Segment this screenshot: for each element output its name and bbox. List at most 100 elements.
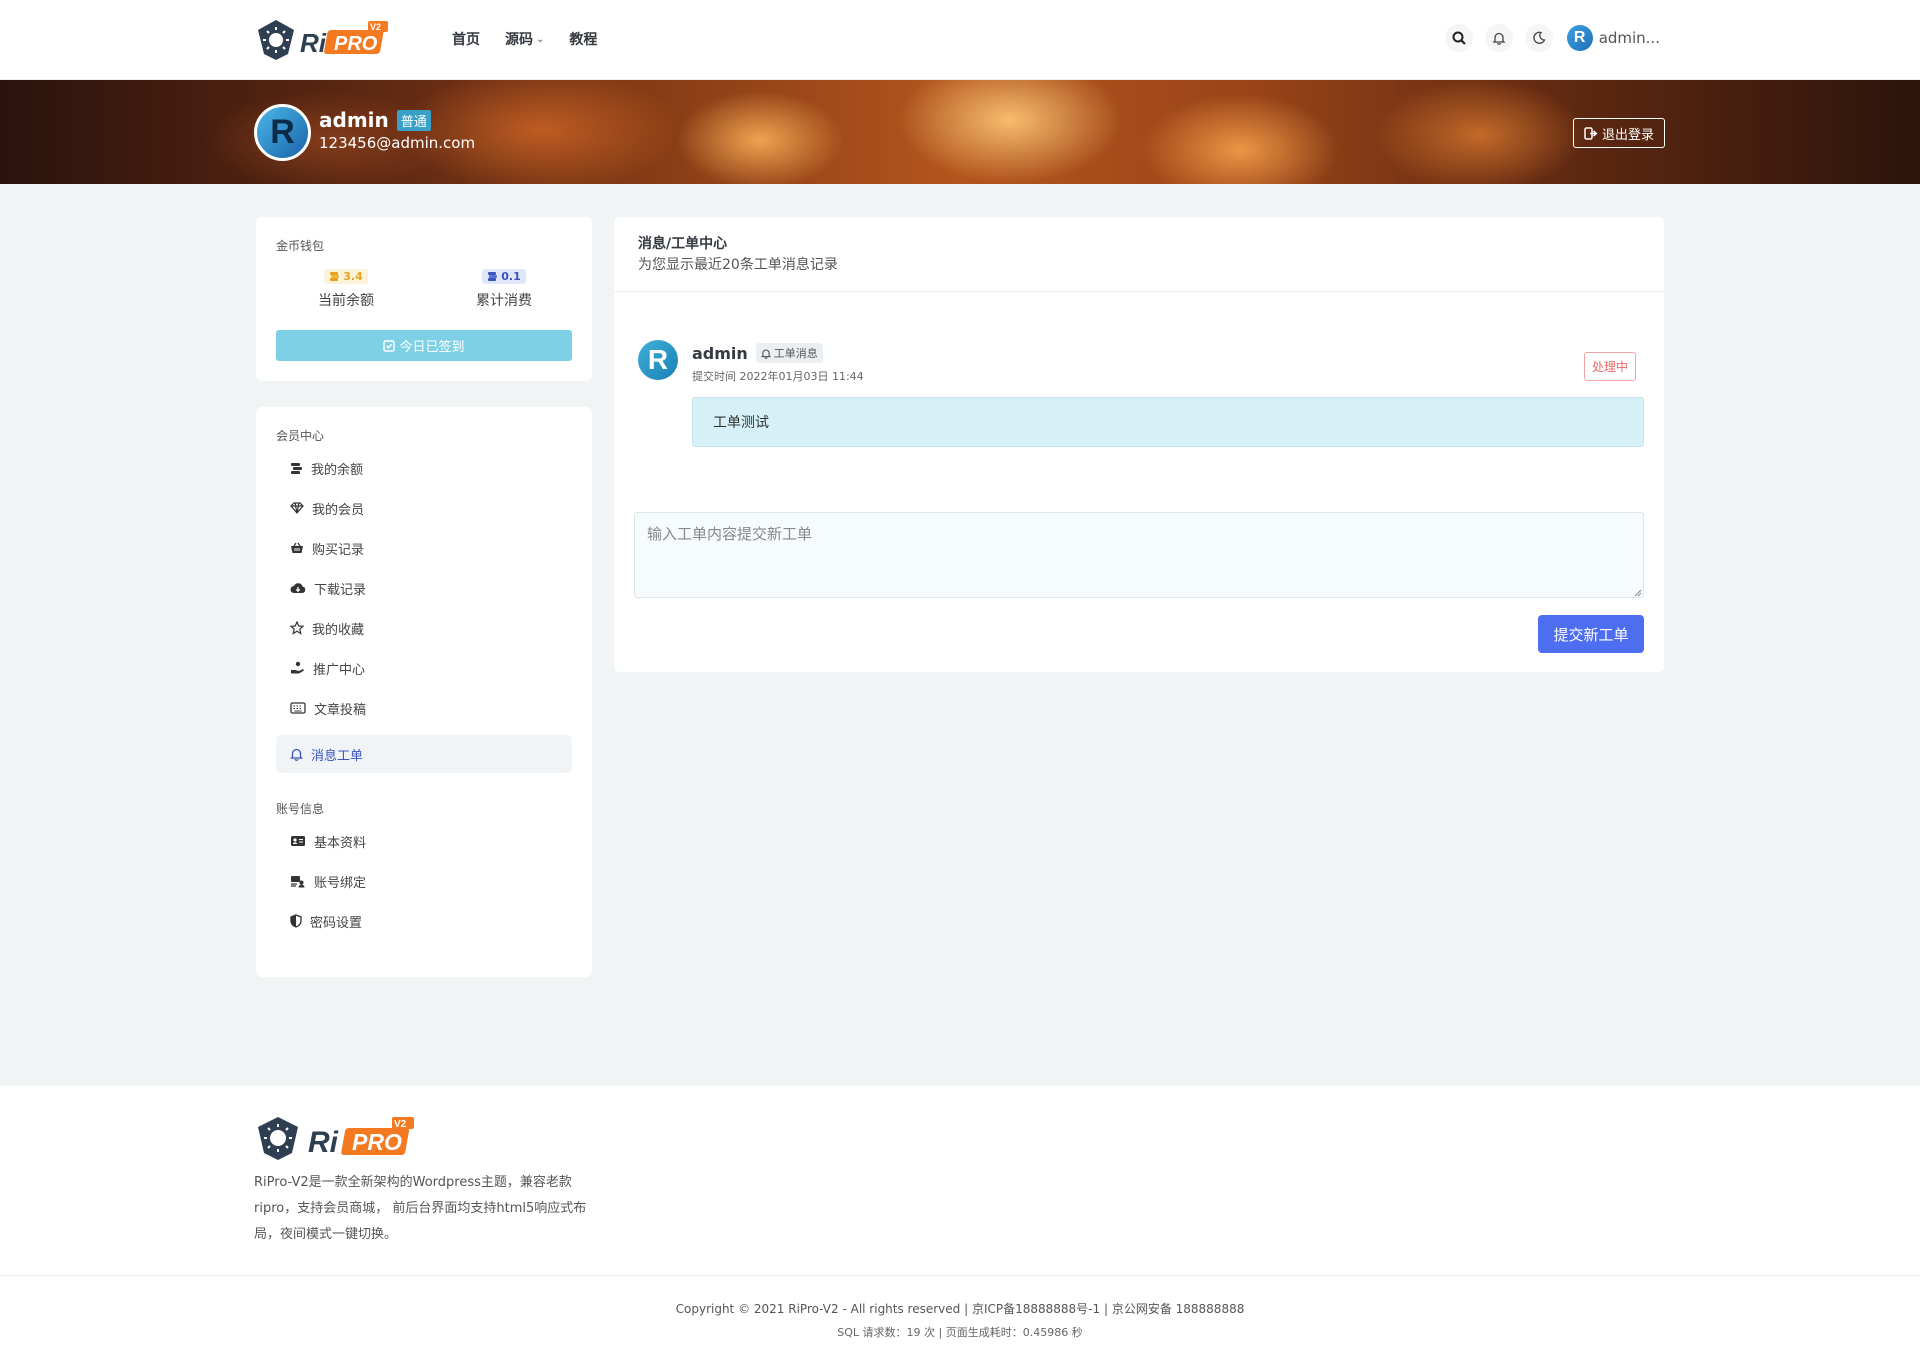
menu-item-password[interactable]: 密码设置 bbox=[276, 902, 572, 940]
id-card-icon bbox=[291, 836, 305, 846]
ticket-input[interactable] bbox=[634, 512, 1644, 598]
bell-icon bbox=[760, 349, 771, 359]
submit-ticket-button[interactable]: 提交新工单 bbox=[1538, 615, 1644, 653]
message-avatar-letter: R bbox=[647, 344, 669, 375]
coins-icon bbox=[291, 462, 302, 474]
message-type-tag: 工单消息 bbox=[755, 343, 823, 363]
footer-logo[interactable]: Ri PRO V2 bbox=[254, 1114, 416, 1162]
footer-logo-pro: PRO bbox=[352, 1129, 402, 1155]
header-actions: R admin... bbox=[1444, 24, 1660, 52]
nav-tutorial-label: 教程 bbox=[569, 32, 598, 48]
member-center-title: 会员中心 bbox=[276, 429, 325, 443]
profile-avatar: R bbox=[254, 104, 311, 161]
chevron-down-icon: ⌄ bbox=[536, 33, 545, 45]
menu-item-balance[interactable]: 我的余额 bbox=[276, 449, 572, 487]
diamond-icon bbox=[290, 502, 304, 514]
keyboard-icon bbox=[290, 702, 306, 714]
checkin-label: 今日已签到 bbox=[399, 340, 465, 355]
nav-home[interactable]: 首页 bbox=[452, 29, 480, 49]
search-icon bbox=[1452, 31, 1466, 45]
logo-pro-text: PRO bbox=[334, 33, 378, 55]
cloud-download-icon bbox=[290, 583, 306, 593]
menu-item-label: 推广中心 bbox=[313, 662, 366, 678]
spent-value: 0.1 bbox=[501, 270, 521, 283]
checkin-button[interactable]: 今日已签到 bbox=[276, 330, 572, 361]
spent-pill: 0.1 bbox=[482, 269, 526, 284]
check-square-icon bbox=[383, 339, 396, 352]
menu-item-affiliate[interactable]: 推广中心 bbox=[276, 649, 572, 687]
nav-tutorial[interactable]: 教程 bbox=[569, 29, 597, 49]
menu-item-submit-post[interactable]: 文章投稿 bbox=[276, 689, 572, 727]
link-user-icon bbox=[291, 875, 305, 887]
message-header: admin 工单消息 bbox=[692, 343, 823, 363]
bell-icon bbox=[1492, 32, 1506, 45]
menu-item-profile[interactable]: 基本资料 bbox=[276, 822, 572, 860]
menu-item-purchases[interactable]: 购买记录 bbox=[276, 529, 572, 567]
profile-email: 123456@admin.com bbox=[319, 134, 476, 152]
ripro-logo[interactable]: Ri PRO V2 bbox=[254, 18, 390, 62]
profile-name: admin bbox=[319, 108, 389, 132]
message-type-label: 工单消息 bbox=[773, 347, 818, 360]
notification-button[interactable] bbox=[1484, 24, 1513, 52]
coins-icon bbox=[330, 271, 340, 281]
shield-icon bbox=[290, 914, 302, 928]
footer-description: RiPro-V2是一款全新架构的Wordpress主题，兼容老款ripro，支持… bbox=[254, 1175, 587, 1242]
footer-logo-ri: Ri bbox=[308, 1126, 339, 1159]
menu-item-downloads[interactable]: 下载记录 bbox=[276, 569, 572, 607]
moon-icon bbox=[1533, 31, 1546, 44]
coins-icon bbox=[488, 271, 498, 281]
spent-label: 累计消费 bbox=[476, 292, 532, 309]
avatar: R bbox=[1566, 25, 1593, 51]
menu-item-membership[interactable]: 我的会员 bbox=[276, 489, 572, 527]
bell-icon bbox=[290, 748, 303, 761]
avatar-letter: R bbox=[1573, 29, 1586, 46]
member-level-badge: 普通 bbox=[396, 109, 431, 131]
user-menu-card: 会员中心 我的余额 我的会员 购买记录 下载记录 我的收藏 推广中心 文章投稿 … bbox=[256, 407, 592, 977]
menu-item-label: 下载记录 bbox=[314, 582, 367, 598]
nav-source-label: 源码 bbox=[505, 32, 533, 48]
menu-item-favorites[interactable]: 我的收藏 bbox=[276, 609, 572, 647]
sign-out-icon bbox=[1584, 126, 1598, 140]
menu-item-label: 我的收藏 bbox=[312, 622, 365, 638]
star-icon bbox=[290, 621, 304, 635]
hand-coin-icon bbox=[291, 661, 304, 674]
wallet-title: 金币钱包 bbox=[276, 239, 325, 253]
menu-item-label: 我的余额 bbox=[311, 462, 364, 478]
menu-item-label: 账号绑定 bbox=[314, 875, 367, 891]
message-content: 工单测试 bbox=[692, 397, 1644, 447]
footer-logo-v2: V2 bbox=[394, 1119, 407, 1130]
wallet-balance: 3.4 当前余额 bbox=[276, 269, 416, 310]
top-navbar: Ri PRO V2 首页 源码 ⌄ 教程 R admin... bbox=[0, 0, 1920, 80]
divider bbox=[614, 291, 1664, 292]
menu-item-tickets[interactable]: 消息工单 bbox=[276, 735, 572, 773]
main-nav: 首页 源码 ⌄ 教程 bbox=[452, 29, 622, 49]
account-info-title: 账号信息 bbox=[276, 802, 325, 816]
user-menu[interactable]: R admin... bbox=[1566, 25, 1660, 51]
menu-item-label: 我的会员 bbox=[312, 502, 365, 518]
menu-item-label: 密码设置 bbox=[310, 915, 363, 931]
menu-item-bind-account[interactable]: 账号绑定 bbox=[276, 862, 572, 900]
balance-value: 3.4 bbox=[343, 270, 363, 283]
ticket-center-subtitle: 为您显示最近20条工单消息记录 bbox=[638, 257, 838, 273]
basket-icon bbox=[291, 542, 303, 553]
logo-v2-text: V2 bbox=[370, 22, 381, 32]
ticket-center-title: 消息/工单中心 bbox=[638, 236, 728, 252]
copyright-text: Copyright © 2021 RiPro-V2 - All rights r… bbox=[675, 1302, 1245, 1316]
ticket-center-card: 消息/工单中心 为您显示最近20条工单消息记录 R admin 工单消息 提交时… bbox=[614, 217, 1664, 672]
balance-label: 当前余额 bbox=[318, 292, 374, 309]
menu-item-label: 购买记录 bbox=[312, 542, 365, 558]
divider bbox=[0, 1275, 1920, 1276]
profile-avatar-letter: R bbox=[270, 113, 295, 151]
menu-item-label: 基本资料 bbox=[314, 835, 367, 851]
nav-source[interactable]: 源码 ⌄ bbox=[505, 29, 544, 49]
user-name-short: admin... bbox=[1598, 29, 1660, 47]
profile-name-row: admin 普通 bbox=[319, 108, 431, 132]
logout-button[interactable]: 退出登录 bbox=[1573, 118, 1665, 148]
search-button[interactable] bbox=[1444, 24, 1473, 52]
wallet-spent: 0.1 累计消费 bbox=[434, 269, 574, 310]
resize-grip-icon[interactable] bbox=[1632, 587, 1642, 597]
message-time: 提交时间 2022年01月03日 11:44 bbox=[692, 370, 864, 383]
status-badge: 处理中 bbox=[1584, 352, 1637, 381]
logout-label: 退出登录 bbox=[1601, 127, 1654, 143]
dark-mode-toggle[interactable] bbox=[1524, 24, 1553, 52]
